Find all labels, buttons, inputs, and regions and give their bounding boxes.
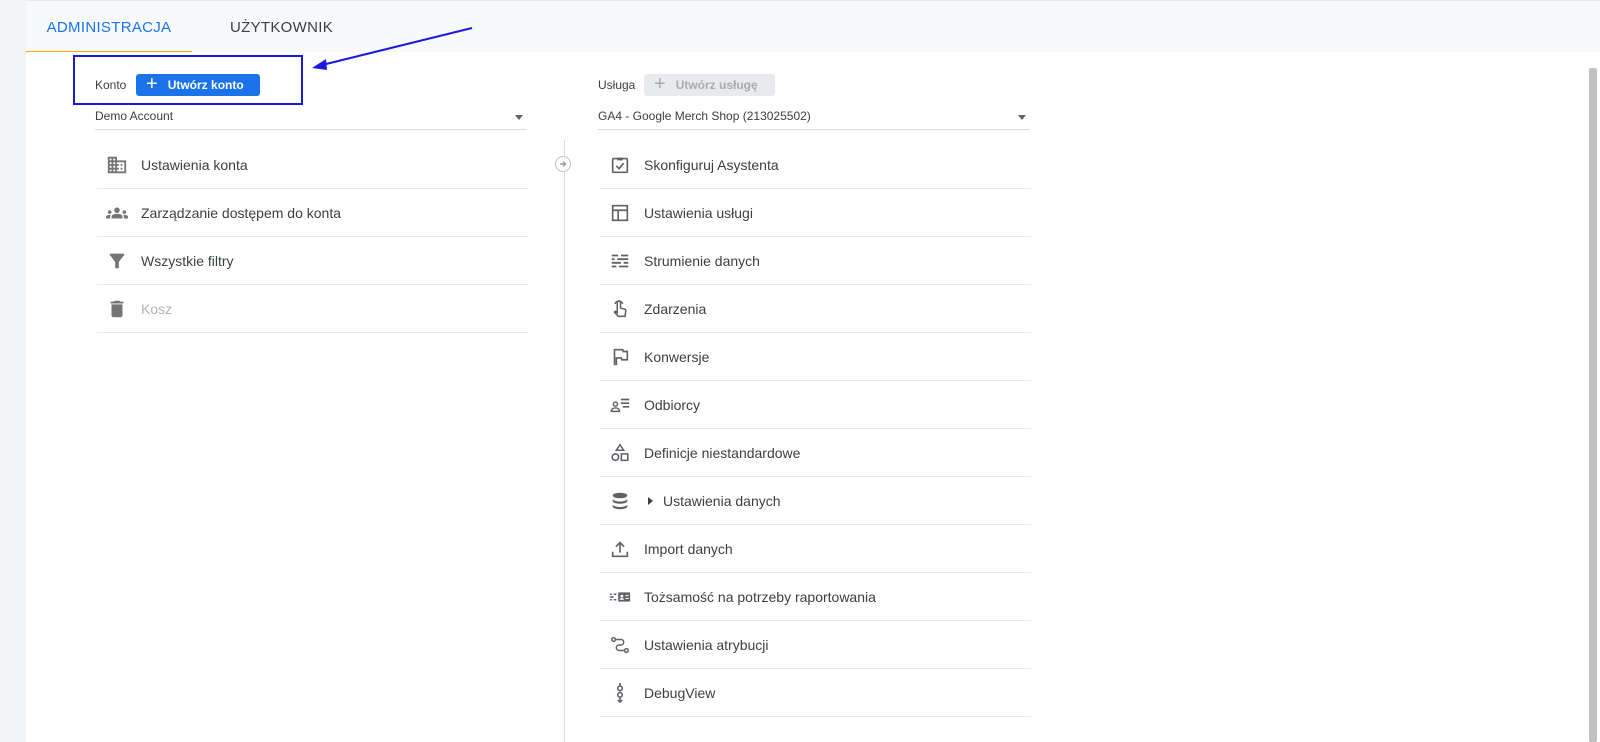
menu-item-label: Definicje niestandardowe (644, 444, 801, 461)
menu-item-ustawienia-konta[interactable]: Ustawienia konta (97, 141, 528, 189)
menu-item-wszystkie-filtry[interactable]: Wszystkie filtry (97, 237, 528, 285)
property-selector-value: GA4 - Google Merch Shop (213025502) (598, 109, 811, 123)
debug-icon (608, 681, 632, 705)
column-divider (564, 140, 565, 742)
property-label: Usługa (598, 78, 636, 92)
menu-item-label: Zdarzenia (644, 300, 707, 317)
menu-item-debugview[interactable]: DebugView (600, 669, 1031, 717)
annotation-highlight-box (73, 55, 303, 105)
shapes-icon (608, 441, 632, 465)
menu-item-tozsamosc[interactable]: Tożsamość na potrzeby raportowania (600, 573, 1031, 621)
people-icon (105, 201, 129, 225)
layout-icon (608, 201, 632, 225)
menu-item-import-danych[interactable]: Import danych (600, 525, 1031, 573)
menu-item-odbiorcy[interactable]: Odbiorcy (600, 381, 1031, 429)
left-strip (0, 0, 26, 742)
menu-item-kosz: Kosz (97, 285, 528, 333)
menu-item-label: Tożsamość na potrzeby raportowania (644, 588, 876, 605)
menu-item-zarzadzanie-dostepem[interactable]: Zarządzanie dostępem do konta (97, 189, 528, 237)
menu-item-label: DebugView (644, 684, 716, 701)
account-selector[interactable]: Demo Account (95, 105, 527, 130)
trash-icon (105, 297, 129, 321)
menu-item-zdarzenia[interactable]: Zdarzenia (600, 285, 1031, 333)
menu-item-label: Zarządzanie dostępem do konta (141, 204, 342, 221)
account-selector-value: Demo Account (95, 109, 174, 123)
building-icon (105, 153, 129, 177)
create-property-label: Utwórz usługę (675, 78, 758, 92)
streams-icon (608, 249, 632, 273)
menu-item-skonfiguruj-asystenta[interactable]: Skonfiguruj Asystenta (600, 141, 1031, 189)
property-selector[interactable]: GA4 - Google Merch Shop (213025502) (598, 105, 1030, 130)
attribution-icon (608, 633, 632, 657)
menu-item-label: Konwersje (644, 348, 710, 365)
menu-item-konwersje[interactable]: Konwersje (600, 333, 1031, 381)
menu-item-label: Skonfiguruj Asystenta (644, 156, 779, 173)
menu-item-label: Import danych (644, 540, 733, 557)
dropdown-caret-icon (515, 115, 523, 120)
menu-item-ustawienia-danych[interactable]: Ustawienia danych (600, 477, 1031, 525)
expand-arrow-icon[interactable] (648, 496, 653, 505)
menu-item-label: Strumienie danych (644, 252, 760, 269)
menu-item-label: Kosz (141, 300, 173, 317)
arrow-right-circle-icon (555, 156, 571, 172)
menu-item-label: Ustawienia usługi (644, 204, 753, 221)
touch-icon (608, 297, 632, 321)
create-property-button: + Utwórz usługę (644, 74, 775, 96)
identity-icon (608, 585, 632, 609)
menu-item-label: Ustawienia atrybucji (644, 636, 769, 653)
menu-item-label: Wszystkie filtry (141, 252, 234, 269)
menu-item-label: Odbiorcy (644, 396, 701, 413)
menu-item-definicje-niestandardowe[interactable]: Definicje niestandardowe (600, 429, 1031, 477)
menu-item-label: Ustawienia konta (141, 156, 248, 173)
menu-item-ustawienia-uslugi[interactable]: Ustawienia usługi (600, 189, 1031, 237)
menu-item-strumienie-danych[interactable]: Strumienie danych (600, 237, 1031, 285)
filter-icon (105, 249, 129, 273)
top-tab-bar: ADMINISTRACJA UŻYTKOWNIK (26, 0, 1600, 53)
tab-uzytkownik[interactable]: UŻYTKOWNIK (218, 1, 345, 53)
dropdown-caret-icon (1018, 115, 1026, 120)
vertical-scrollbar[interactable] (1589, 68, 1597, 742)
flag-icon (608, 345, 632, 369)
checkbox-clipboard-icon (608, 153, 632, 177)
menu-item-label: Ustawienia danych (663, 492, 781, 509)
menu-item-ustawienia-atrybucji[interactable]: Ustawienia atrybucji (600, 621, 1031, 669)
plus-icon: + (654, 73, 666, 95)
database-icon (608, 489, 632, 513)
upload-icon (608, 537, 632, 561)
audience-icon (608, 393, 632, 417)
tab-administracja[interactable]: ADMINISTRACJA (26, 1, 192, 53)
